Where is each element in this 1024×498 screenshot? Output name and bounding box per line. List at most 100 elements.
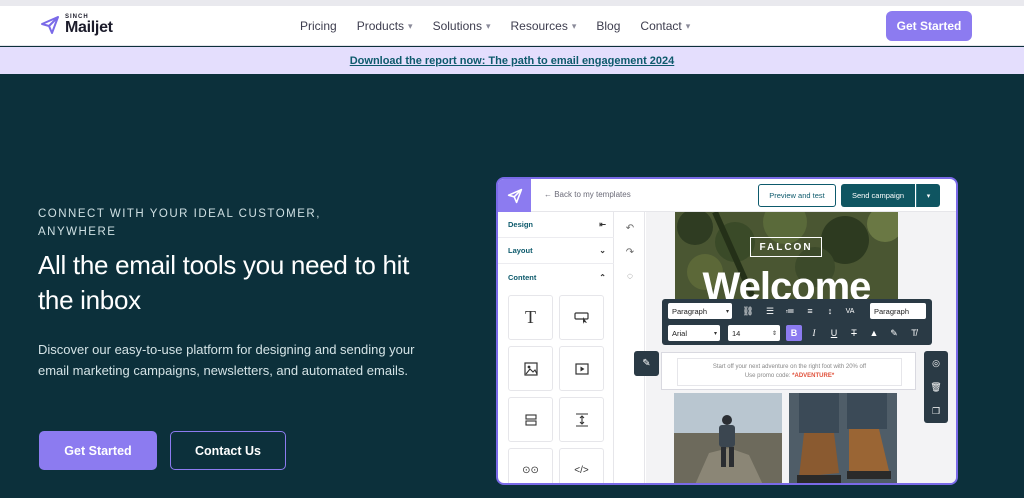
email-hero-image: FALCON Welcome — [675, 212, 898, 302]
image-icon — [523, 361, 538, 376]
chevron-down-icon: ▾ — [926, 192, 931, 200]
logo-mailjet: Mailjet — [65, 19, 113, 36]
align-left-icon[interactable]: ≡ — [802, 303, 818, 319]
back-to-templates-link[interactable]: ← Back to my templates — [544, 190, 631, 199]
comment-icon[interactable]: ◌ — [620, 266, 640, 286]
nav-item-label: Contact — [640, 19, 682, 33]
text-color-icon[interactable]: ▲ — [866, 325, 882, 341]
boots-photo — [789, 393, 897, 483]
nav-item-label: Resources — [510, 19, 568, 33]
email-promo-line: Use promo code: *ADVENTURE* — [744, 373, 835, 379]
nav-item-label: Solutions — [432, 19, 482, 33]
nav-item-label: Products — [356, 19, 405, 33]
preview-and-test-button[interactable]: Preview and test — [758, 184, 836, 207]
editor-logo — [498, 179, 531, 212]
font-size-stepper[interactable]: 14 ⇕ — [728, 325, 780, 341]
promo-code: *ADVENTURE* — [792, 373, 835, 379]
nav-item-blog[interactable]: Blog — [596, 19, 620, 33]
email-body-line: Start off your next adventure on the rig… — [712, 364, 867, 370]
paper-plane-icon — [507, 188, 522, 203]
hero-title: All the email tools you need to hit the … — [38, 250, 410, 315]
send-options-dropdown[interactable]: ▾ — [916, 184, 940, 207]
font-family-value: Arial — [672, 328, 688, 338]
underline-icon[interactable]: U — [826, 325, 842, 341]
numbered-list-icon[interactable]: ≔ — [782, 303, 798, 319]
clear-format-icon[interactable]: T̸ — [906, 325, 922, 341]
text-icon: T — [525, 307, 536, 327]
sidebar-item-content[interactable]: Content ⌃ — [498, 264, 614, 290]
button-icon — [573, 311, 589, 324]
main-nav: Pricing Products ▾ Solutions ▾ Resources… — [300, 6, 710, 46]
highlight-icon[interactable]: ✎ — [886, 325, 902, 341]
report-download-link[interactable]: Download the report now: The path to ema… — [350, 55, 675, 67]
nav-item-contact[interactable]: Contact ▾ — [640, 19, 690, 33]
style-preset-select[interactable]: Paragraph — [870, 303, 926, 319]
chevron-down-icon: ▾ — [713, 330, 717, 337]
nav-item-pricing[interactable]: Pricing — [300, 19, 337, 33]
undo-icon[interactable]: ↶ — [620, 218, 640, 238]
chevron-down-icon: ▾ — [571, 20, 577, 31]
sidebar-item-label: Layout — [508, 246, 533, 255]
redo-icon[interactable]: ↷ — [620, 242, 640, 262]
video-icon — [574, 362, 589, 375]
site-header: SINCH Mailjet Pricing Products ▾ Solutio… — [0, 6, 1024, 46]
get-started-button[interactable]: Get Started — [39, 431, 157, 470]
chevron-down-icon: ⌄ — [599, 246, 606, 255]
stepper-icon: ⇕ — [771, 330, 777, 337]
hero-eyebrow: CONNECT WITH YOUR IDEAL CUSTOMER, ANYWHE… — [38, 208, 321, 238]
bold-icon[interactable]: B — [786, 325, 802, 341]
paper-plane-icon — [41, 16, 59, 34]
strikethrough-icon[interactable]: T — [846, 325, 862, 341]
email-canvas: FALCON Welcome Start off your next adven… — [646, 212, 956, 483]
image-block[interactable] — [508, 346, 553, 391]
social-icon: ⊙⊙ — [522, 465, 539, 476]
announcement-bar: Download the report now: The path to ema… — [0, 47, 1024, 74]
divider-block[interactable] — [508, 397, 553, 442]
spacer-block[interactable] — [559, 397, 604, 442]
divider-icon — [524, 413, 537, 426]
trash-icon[interactable]: 🗑 — [928, 379, 944, 395]
collapse-icon: ⇤ — [599, 220, 606, 229]
chevron-down-icon: ▾ — [408, 20, 413, 31]
block-actions: ◎ 🗑 ❐ — [924, 351, 948, 423]
block-style-select[interactable]: Paragraph ▾ — [668, 303, 732, 319]
font-family-select[interactable]: Arial ▾ — [668, 325, 720, 341]
italic-icon[interactable]: I — [806, 325, 822, 341]
bullet-list-icon[interactable]: ☰ — [762, 303, 778, 319]
nav-item-resources[interactable]: Resources ▾ — [510, 19, 576, 33]
code-icon: </> — [574, 465, 589, 476]
sidebar-item-label: Design — [508, 220, 534, 229]
link-icon[interactable]: ⛓ — [740, 303, 756, 319]
send-campaign-button[interactable]: Send campaign — [841, 184, 915, 207]
pencil-icon[interactable]: ✎ — [634, 351, 659, 376]
style-preset-value: Paragraph — [874, 306, 910, 316]
editor-topbar: ← Back to my templates Preview and test … — [498, 179, 956, 212]
nav-item-products[interactable]: Products ▾ — [357, 19, 413, 33]
block-style-value: Paragraph — [672, 306, 708, 316]
nav-item-label: Blog — [596, 19, 621, 33]
font-size-value: 14 — [732, 328, 741, 338]
spacer-icon — [575, 412, 588, 427]
email-brand: FALCON — [750, 237, 822, 257]
email-text-block[interactable]: Start off your next adventure on the rig… — [661, 352, 916, 390]
text-format-toolbar: Paragraph ▾ ⛓ ☰ ≔ ≡ ↕ VA Paragraph Arial ▾… — [662, 299, 932, 345]
nav-item-solutions[interactable]: Solutions ▾ — [433, 19, 491, 33]
code-block[interactable]: </> — [559, 448, 604, 483]
social-block[interactable]: ⊙⊙ — [508, 448, 553, 483]
hero-description: Discover our easy-to-use platform for de… — [38, 342, 415, 378]
get-started-header-button[interactable]: Get Started — [886, 11, 972, 41]
video-block[interactable] — [559, 346, 604, 391]
comment-icon[interactable]: ◎ — [928, 355, 944, 371]
contact-us-button[interactable]: Contact Us — [170, 431, 286, 470]
text-block[interactable]: T — [508, 295, 553, 340]
logo[interactable]: SINCH Mailjet — [40, 14, 113, 36]
email-headline: Welcome — [702, 265, 872, 302]
sidebar-item-layout[interactable]: Layout ⌄ — [498, 238, 614, 264]
sidebar-item-label: Content — [508, 272, 537, 282]
letter-spacing-icon[interactable]: VA — [842, 303, 858, 319]
button-block[interactable] — [559, 295, 604, 340]
sidebar-item-design[interactable]: Design ⇤ — [498, 212, 614, 238]
chevron-up-icon: ⌃ — [599, 272, 606, 282]
copy-icon[interactable]: ❐ — [928, 403, 944, 419]
line-height-icon[interactable]: ↕ — [822, 303, 838, 319]
